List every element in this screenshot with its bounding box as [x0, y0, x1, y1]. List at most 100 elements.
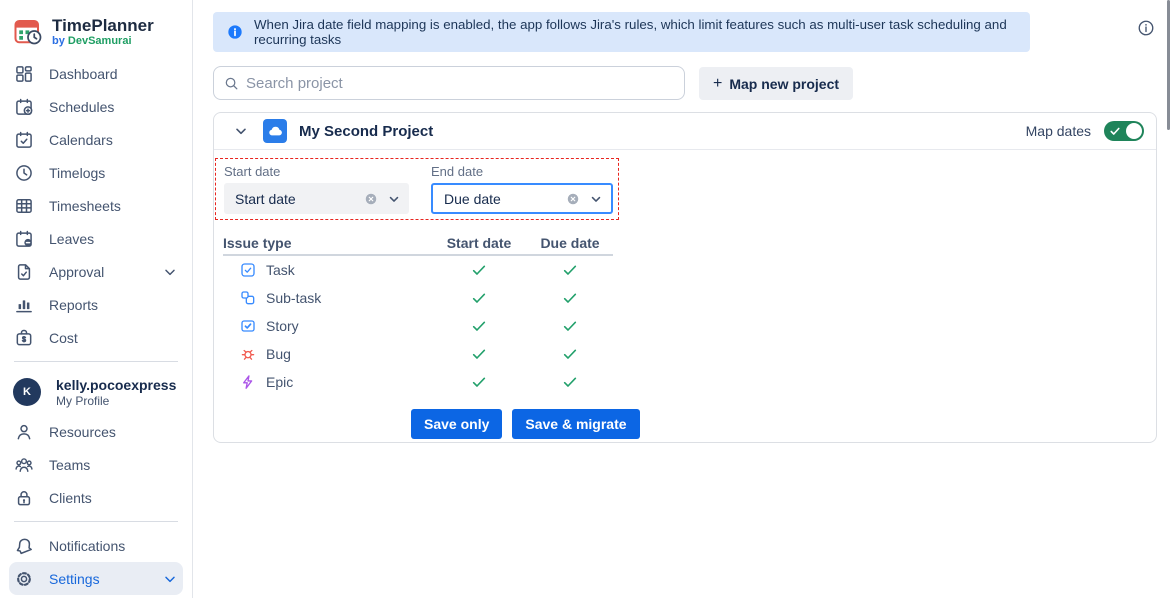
- search-icon: [224, 76, 239, 91]
- issue-type-table: Issue type Start date Due date Task: [223, 232, 613, 396]
- map-new-project-label: Map new project: [729, 76, 839, 92]
- sidebar-item-notifications[interactable]: Notifications: [0, 529, 192, 562]
- save-only-button[interactable]: Save only: [411, 409, 502, 439]
- check-icon: [471, 290, 487, 306]
- column-header-due-date: Due date: [527, 235, 613, 251]
- profile-subtitle: My Profile: [56, 394, 176, 408]
- epic-icon: [240, 374, 256, 390]
- project-title: My Second Project: [299, 123, 1026, 140]
- sidebar-divider: [14, 521, 178, 522]
- sidebar-item-settings[interactable]: Settings: [9, 562, 183, 595]
- story-icon: [240, 318, 256, 334]
- document-check-icon: [14, 262, 34, 282]
- calendar-plus-icon: [14, 97, 34, 117]
- sidebar-item-label: Resources: [49, 424, 178, 440]
- map-new-project-button[interactable]: + Map new project: [699, 67, 853, 100]
- sidebar-item-clients[interactable]: Clients: [0, 481, 192, 514]
- sidebar-item-label: Reports: [49, 297, 178, 313]
- sidebar-item-teams[interactable]: Teams: [0, 448, 192, 481]
- calendar-check-icon: [14, 130, 34, 150]
- card-actions: Save only Save & migrate: [411, 409, 1156, 439]
- table-header-row: Issue type Start date Due date: [223, 232, 613, 256]
- profile-item[interactable]: K kelly.pocoexpress My Profile: [0, 369, 192, 415]
- sidebar-item-timelogs[interactable]: Timelogs: [0, 156, 192, 189]
- main-content: When Jira date field mapping is enabled,…: [193, 0, 1170, 598]
- app-byline: by DevSamurai: [52, 35, 154, 47]
- check-icon: [562, 262, 578, 278]
- search-input[interactable]: [246, 75, 674, 92]
- check-icon: [471, 374, 487, 390]
- sidebar-item-calendars[interactable]: Calendars: [0, 123, 192, 156]
- person-icon: [14, 422, 34, 442]
- map-dates-toggle[interactable]: [1104, 121, 1144, 141]
- sidebar-item-label: Approval: [49, 264, 162, 280]
- sidebar-item-label: Timelogs: [49, 165, 178, 181]
- sidebar-item-label: Teams: [49, 457, 178, 473]
- project-card-header: My Second Project Map dates: [214, 113, 1156, 150]
- dashboard-icon: [14, 64, 34, 84]
- toggle-check-icon: [1109, 125, 1121, 137]
- sidebar-divider: [14, 361, 178, 362]
- sidebar-item-label: Notifications: [49, 538, 178, 554]
- info-banner: When Jira date field mapping is enabled,…: [213, 12, 1030, 52]
- end-date-label: End date: [431, 164, 613, 179]
- end-date-field-group: End date Due date: [431, 164, 613, 219]
- search-project-box: [213, 66, 685, 100]
- sidebar-item-label: Leaves: [49, 231, 178, 247]
- sidebar-item-timesheets[interactable]: Timesheets: [0, 189, 192, 222]
- clock-icon: [14, 163, 34, 183]
- app-logo: TimePlanner by DevSamurai: [0, 12, 192, 57]
- cloud-icon: [267, 123, 284, 140]
- collapse-chevron-icon[interactable]: [233, 123, 249, 139]
- sidebar-item-leaves[interactable]: Leaves: [0, 222, 192, 255]
- project-card: My Second Project Map dates Start date S…: [213, 112, 1157, 443]
- sidebar-item-label: Settings: [49, 571, 162, 587]
- start-date-select[interactable]: Start date: [224, 183, 409, 214]
- cost-bag-icon: [14, 328, 34, 348]
- calendar-minus-icon: [14, 229, 34, 249]
- toggle-knob: [1126, 123, 1142, 139]
- map-dates-label: Map dates: [1026, 123, 1091, 139]
- issue-type-label: Epic: [266, 374, 293, 390]
- start-date-value: Start date: [235, 191, 364, 207]
- info-outline-icon[interactable]: [1137, 19, 1155, 37]
- sidebar: TimePlanner by DevSamurai Dashboard Sche…: [0, 0, 193, 598]
- issue-type-label: Bug: [266, 346, 291, 362]
- end-date-select[interactable]: Due date: [431, 183, 613, 214]
- sidebar-item-label: Schedules: [49, 99, 178, 115]
- sidebar-item-label: Timesheets: [49, 198, 178, 214]
- bar-chart-icon: [14, 295, 34, 315]
- subtask-icon: [240, 290, 256, 306]
- task-icon: [240, 262, 256, 278]
- app-title: TimePlanner: [52, 16, 154, 35]
- sidebar-item-schedules[interactable]: Schedules: [0, 90, 192, 123]
- table-row-task: Task: [223, 256, 613, 284]
- people-group-icon: [14, 455, 34, 475]
- sidebar-item-resources[interactable]: Resources: [0, 415, 192, 448]
- save-and-migrate-button[interactable]: Save & migrate: [512, 409, 639, 439]
- column-header-issue-type: Issue type: [223, 235, 431, 251]
- sidebar-item-label: Cost: [49, 330, 178, 346]
- sidebar-item-reports[interactable]: Reports: [0, 288, 192, 321]
- clear-icon[interactable]: [364, 192, 378, 206]
- banner-message: When Jira date field mapping is enabled,…: [254, 17, 1016, 47]
- end-date-value: Due date: [444, 191, 566, 207]
- sidebar-item-dashboard[interactable]: Dashboard: [0, 57, 192, 90]
- table-row-subtask: Sub-task: [223, 284, 613, 312]
- chevron-down-icon: [162, 264, 178, 280]
- check-icon: [562, 290, 578, 306]
- date-mapping-highlight: Start date Start date End date Due date: [215, 158, 619, 220]
- bell-icon: [14, 536, 34, 556]
- check-icon: [562, 374, 578, 390]
- sidebar-item-approval[interactable]: Approval: [0, 255, 192, 288]
- profile-name: kelly.pocoexpress: [56, 377, 176, 393]
- clear-icon[interactable]: [566, 192, 580, 206]
- plus-icon: +: [713, 75, 722, 93]
- sidebar-item-cost[interactable]: Cost: [0, 321, 192, 354]
- column-header-start-date: Start date: [431, 235, 527, 251]
- sidebar-item-label: Calendars: [49, 132, 178, 148]
- info-filled-icon: [227, 24, 243, 40]
- project-avatar: [263, 119, 287, 143]
- avatar: K: [13, 378, 41, 406]
- start-date-label: Start date: [224, 164, 409, 179]
